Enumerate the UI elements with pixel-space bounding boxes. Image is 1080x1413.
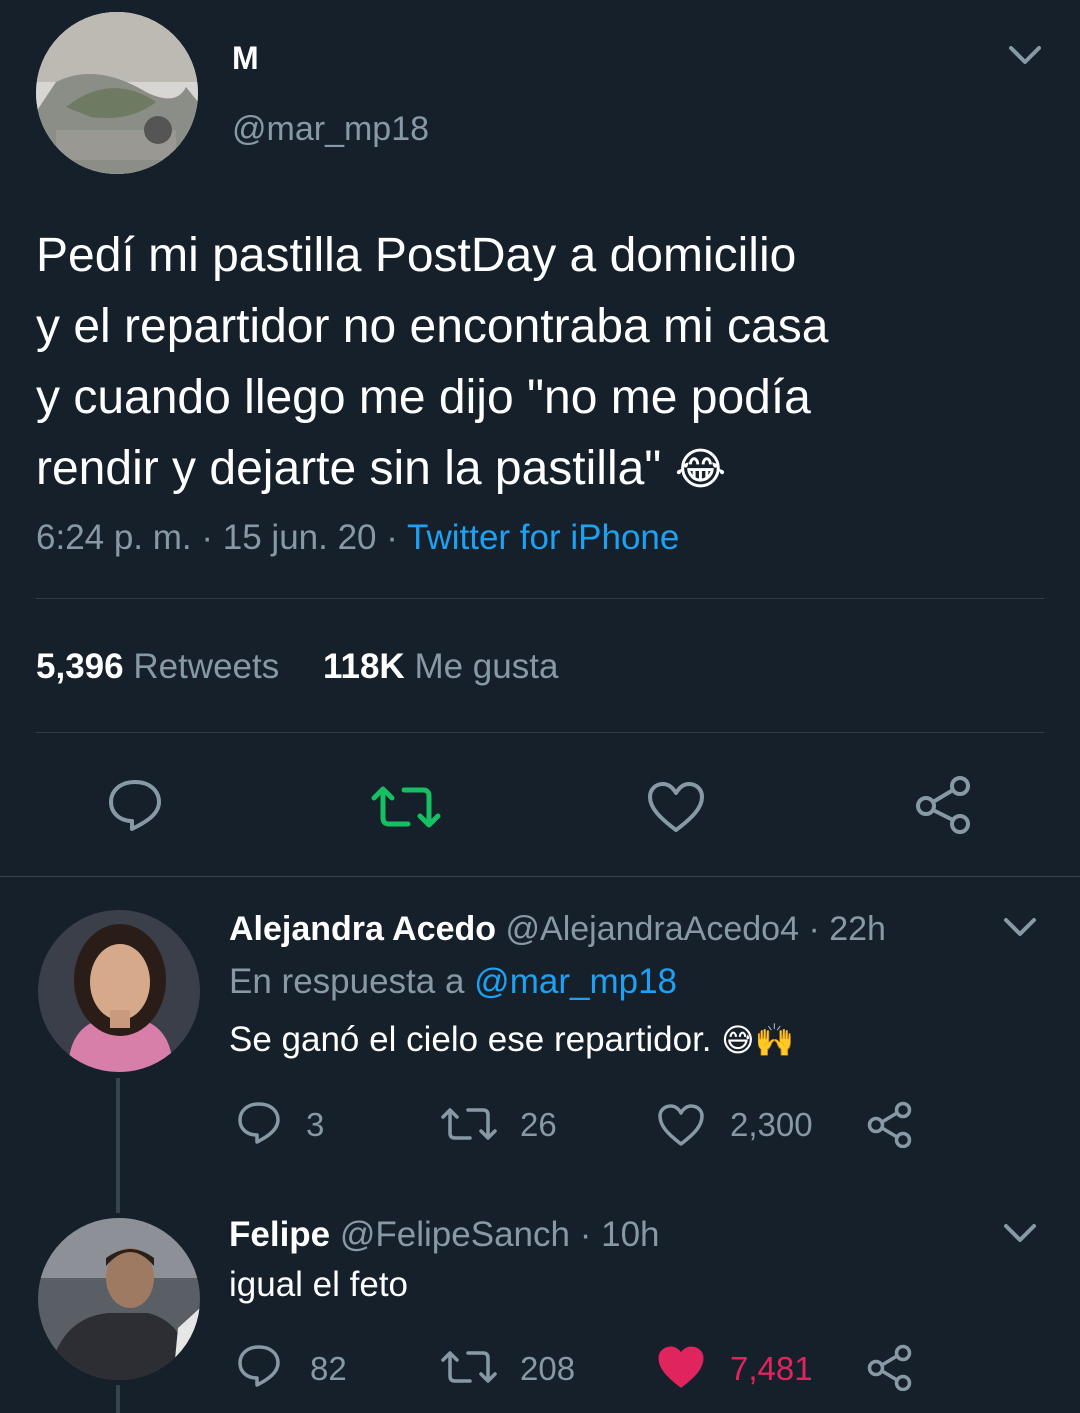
display-name[interactable]: Alejandra Acedo <box>229 910 496 948</box>
retweet-icon[interactable] <box>370 782 442 832</box>
display-name[interactable]: M <box>232 40 259 77</box>
reply-icon[interactable] <box>236 1343 282 1389</box>
likes-count: 118K <box>322 647 405 686</box>
retweet-count: 208 <box>520 1350 576 1387</box>
retweets-stat[interactable]: 5,396 Retweets <box>36 647 289 686</box>
reply-text: Se ganó el cielo ese repartidor. 😅🙌 <box>229 1020 794 1060</box>
laughing-emoji-icon: 😂 <box>674 445 727 494</box>
avatar[interactable] <box>38 1218 200 1380</box>
reply-count: 3 <box>306 1106 325 1143</box>
tweet-text-line: y el repartidor no encontraba mi casa <box>36 300 829 353</box>
share-icon[interactable] <box>914 774 976 834</box>
reply-to-label: En respuesta a <box>229 962 465 1001</box>
tweet-date[interactable]: 15 jun. 20 <box>223 518 377 557</box>
heart-icon[interactable] <box>646 780 706 834</box>
reply-icon[interactable] <box>106 777 164 833</box>
emoji-icon: 😅🙌 <box>721 1022 795 1058</box>
retweets-label: Retweets <box>133 647 280 686</box>
likes-label: Me gusta <box>414 647 559 686</box>
reply-to-handle[interactable]: @mar_mp18 <box>474 962 677 1001</box>
meta-separator: · <box>201 518 214 557</box>
handle[interactable]: @FelipeSanch <box>340 1215 570 1254</box>
tweet-text-line: rendir y dejarte sin la pastilla" <box>36 442 662 495</box>
heart-filled-icon[interactable] <box>656 1344 706 1390</box>
tweet-text-line: y cuando llego me dijo "no me podía <box>36 371 811 424</box>
reply-time[interactable]: 10h <box>601 1215 659 1254</box>
heart-icon[interactable] <box>656 1102 706 1148</box>
tweet-text-line: Pedí mi pastilla PostDay a domicilio <box>36 229 797 282</box>
retweet-count: 26 <box>520 1106 557 1143</box>
divider <box>0 876 1080 877</box>
tweet-source-link[interactable]: Twitter for iPhone <box>407 518 679 557</box>
reply-to-line: En respuesta a @mar_mp18 <box>229 962 677 1002</box>
handle[interactable]: @mar_mp18 <box>232 110 429 149</box>
share-icon[interactable] <box>866 1343 916 1391</box>
tweet-text: Pedí mi pastilla PostDay a domicilio y e… <box>36 220 1046 505</box>
chevron-down-icon[interactable] <box>1000 1220 1040 1248</box>
chevron-down-icon[interactable] <box>1005 42 1045 70</box>
reply-text: igual el feto <box>229 1265 409 1304</box>
reply-header: Alejandra Acedo @AlejandraAcedo4 · 22h <box>229 910 886 949</box>
divider <box>36 732 1044 733</box>
share-icon[interactable] <box>866 1100 916 1148</box>
avatar[interactable] <box>36 12 198 174</box>
divider <box>36 598 1044 599</box>
like-count: 2,300 <box>730 1106 813 1143</box>
meta-separator: · <box>579 1215 592 1254</box>
retweet-icon[interactable] <box>440 1347 498 1387</box>
likes-stat[interactable]: 118K Me gusta <box>323 647 558 686</box>
reply-count: 82 <box>310 1350 347 1387</box>
retweets-count: 5,396 <box>36 647 124 686</box>
thread-line <box>116 1078 120 1213</box>
tweet-stats: 5,396 Retweets 118K Me gusta <box>36 647 558 687</box>
meta-separator: · <box>386 518 398 557</box>
tweet-time[interactable]: 6:24 p. m. <box>36 518 192 557</box>
display-name[interactable]: Felipe <box>229 1215 330 1254</box>
reply-icon[interactable] <box>236 1100 282 1146</box>
reply-time[interactable]: 22h <box>829 910 886 948</box>
handle[interactable]: @AlejandraAcedo4 <box>506 910 799 948</box>
thread-line <box>116 1385 120 1413</box>
retweet-icon[interactable] <box>440 1104 498 1144</box>
like-count: 7,481 <box>730 1350 813 1387</box>
chevron-down-icon[interactable] <box>1000 914 1040 942</box>
tweet-meta: 6:24 p. m. · 15 jun. 20 · Twitter for iP… <box>36 518 679 558</box>
reply-text-content: Se ganó el cielo ese repartidor. <box>229 1020 712 1059</box>
reply-header: Felipe @FelipeSanch · 10h <box>229 1215 660 1255</box>
avatar[interactable] <box>38 910 200 1072</box>
meta-separator: · <box>808 910 820 948</box>
